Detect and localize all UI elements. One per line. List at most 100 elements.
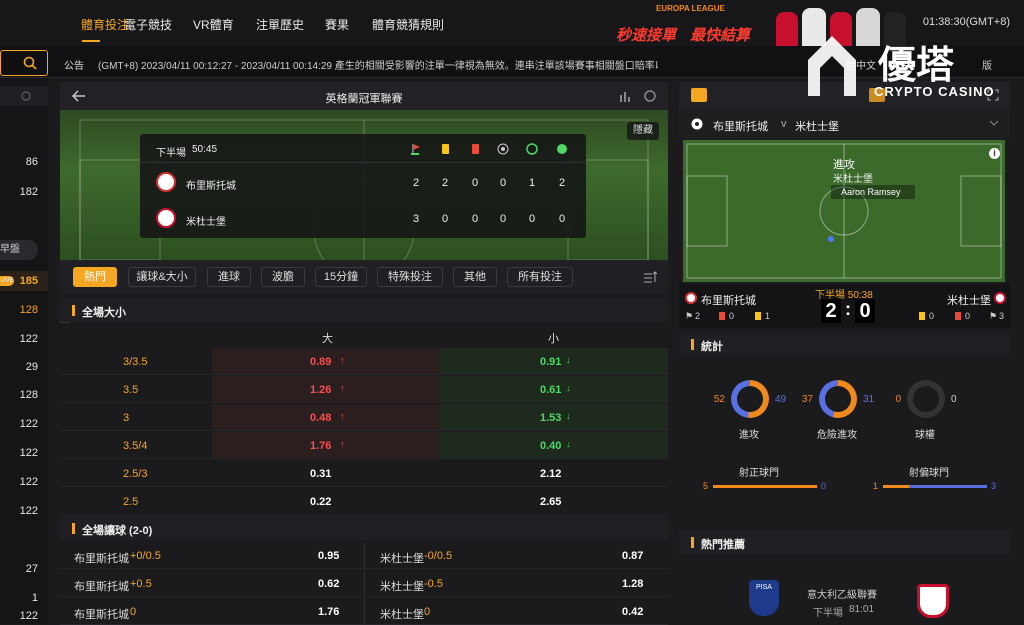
home-team-name: 布里斯托城: [74, 609, 129, 621]
sidebar-count[interactable]: 182: [20, 186, 38, 198]
away-team-name: 米杜士堡: [380, 553, 424, 565]
away-odds-button[interactable]: 0.87: [622, 550, 643, 562]
sidebar-count[interactable]: 128: [20, 304, 38, 316]
away-handicap-line: 0: [424, 606, 431, 618]
handicap-header[interactable]: 全場讓球 (2-0): [60, 516, 668, 540]
sidebar-early-tab[interactable]: 早盤: [0, 240, 38, 260]
nav-rules[interactable]: 體育競猜規則: [372, 16, 444, 33]
home-odds-button[interactable]: 1.76: [318, 606, 339, 618]
tab-15min[interactable]: 15分鐘: [315, 267, 367, 287]
stats-chart-icon[interactable]: [618, 89, 632, 103]
nav-results[interactable]: 賽果: [325, 16, 349, 33]
home-odds-button[interactable]: 0.95: [318, 550, 339, 562]
home-handicap-line: +0.5: [130, 578, 152, 590]
vs-label: v: [781, 118, 787, 130]
under-odds-button[interactable]: 2.12: [540, 468, 561, 480]
pisa-badge: PISA: [749, 580, 779, 616]
sidebar-count[interactable]: 122: [20, 418, 38, 430]
stat-donut: [907, 380, 945, 418]
sidebar-count[interactable]: 27: [26, 563, 38, 575]
yellow-card-icon: [919, 312, 925, 320]
tab-special[interactable]: 特殊投注: [377, 267, 443, 287]
odds-up-arrow-icon: ↑: [340, 411, 345, 421]
away-red: 0: [965, 311, 971, 321]
logo-subtitle: CRYPTO CASINO: [874, 84, 995, 99]
away-team-name: 米杜士堡: [795, 121, 839, 133]
live-pitch: 進攻 米杜士堡 Aaron Ramsey i: [683, 140, 1005, 282]
stat-donut: [819, 380, 857, 418]
nav-sports-betting[interactable]: 體育投注: [81, 16, 129, 33]
corner-flag-icon: ⚑: [989, 311, 998, 321]
home-red: 0: [729, 311, 735, 321]
under-odds-button[interactable]: 2.65: [540, 496, 561, 508]
handicap-row: 布里斯托城 +0/0.5 0.95 米杜士堡 -0/0.5 0.87: [60, 542, 668, 569]
over-odds-button[interactable]: 1.26: [310, 384, 331, 396]
odds-down-arrow-icon: ↓: [566, 355, 571, 365]
sidebar-count[interactable]: 29: [26, 361, 38, 373]
tab-goals[interactable]: 進球: [207, 267, 251, 287]
sidebar-count[interactable]: 1: [32, 592, 38, 604]
hot-clock: 81:01: [849, 604, 875, 615]
tab-handicap-ou[interactable]: 讓球&大小: [128, 267, 196, 287]
sidebar-count[interactable]: 122: [20, 447, 38, 459]
sidebar-live-row[interactable]: LIVE 185: [0, 271, 48, 291]
home-team-name: 布里斯托城: [713, 121, 768, 133]
home-odds-button[interactable]: 0.62: [318, 578, 339, 590]
nav-vr-sports[interactable]: VR體育: [193, 16, 234, 33]
hide-button[interactable]: 隱藏: [627, 122, 659, 140]
away-stat: 3: [413, 213, 420, 225]
over-odds-button[interactable]: 0.31: [310, 468, 331, 480]
away-stat: 0: [559, 213, 566, 225]
stat-bar-home: [713, 485, 817, 488]
stat-label: 球權: [915, 430, 935, 441]
over-odds-button[interactable]: 0.22: [310, 496, 331, 508]
away-yellow: 0: [929, 311, 935, 321]
refresh-icon[interactable]: [20, 90, 32, 102]
sort-icon[interactable]: [643, 270, 657, 284]
away-odds-button[interactable]: 0.42: [622, 606, 643, 618]
bar-home-value: 5: [703, 481, 709, 491]
away-handicap-line: -0.5: [424, 578, 443, 590]
tab-other[interactable]: 其他: [453, 267, 497, 287]
sidebar-count[interactable]: 128: [20, 389, 38, 401]
refresh-icon[interactable]: [643, 89, 657, 103]
red-card-icon: [719, 312, 725, 320]
search-button[interactable]: [0, 50, 48, 76]
section-title: 全場大小: [82, 307, 126, 319]
home-stat: 0: [500, 177, 507, 189]
matchup-bar[interactable]: 布里斯托城 v 米杜士堡: [679, 110, 1010, 138]
away-odds-button[interactable]: 1.28: [622, 578, 643, 590]
sidebar-count[interactable]: 86: [26, 156, 38, 168]
tab-hot[interactable]: 熱門: [73, 267, 117, 287]
over-odds-button[interactable]: 1.76: [310, 440, 331, 452]
hot-recommend-header[interactable]: 熱門推薦: [679, 530, 1010, 554]
score-separator: :: [845, 299, 851, 319]
over-under-header[interactable]: 全場大小: [60, 298, 668, 322]
substitution-icon: [497, 143, 509, 155]
europa-league-logo: EUROPA LEAGUE: [656, 4, 725, 13]
ou-row: 2.5/3 0.31 2.12: [60, 460, 668, 487]
under-odds-button[interactable]: 0.40: [540, 440, 561, 452]
tab-all[interactable]: 所有投注: [507, 267, 573, 287]
info-icon[interactable]: i: [989, 148, 1000, 159]
nav-esports[interactable]: 電子競技: [124, 16, 172, 33]
chevron-down-icon[interactable]: [989, 120, 999, 128]
sidebar-count[interactable]: 122: [20, 476, 38, 488]
sidebar-count[interactable]: 122: [20, 333, 38, 345]
sidebar-count[interactable]: 122: [20, 610, 38, 622]
away-score: 0: [855, 299, 875, 323]
red-card-icon: [955, 312, 961, 320]
over-odds-button[interactable]: 0.89: [310, 356, 331, 368]
sidebar-count[interactable]: 122: [20, 505, 38, 517]
tab-correct-score[interactable]: 波膽: [261, 267, 305, 287]
over-odds-button[interactable]: 0.48: [310, 412, 331, 424]
under-odds-button[interactable]: 0.91: [540, 356, 561, 368]
hot-match-card[interactable]: PISA 意大利乙級聯賽 下半場 81:01: [679, 554, 1010, 624]
away-team-name: 米杜士堡: [186, 217, 226, 228]
nav-bet-history[interactable]: 注單歷史: [256, 16, 304, 33]
live-tv-icon[interactable]: [691, 88, 707, 102]
stats-header[interactable]: 統計: [679, 332, 1010, 356]
away-team-name: 米杜士堡: [380, 609, 424, 621]
under-odds-button[interactable]: 1.53: [540, 412, 561, 424]
under-odds-button[interactable]: 0.61: [540, 384, 561, 396]
